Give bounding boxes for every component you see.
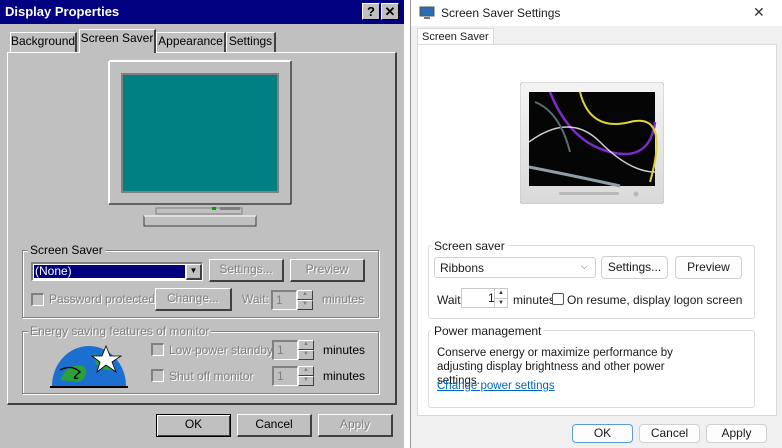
spin-up-icon[interactable]: ▲ [495, 289, 507, 299]
monitor-preview [108, 60, 292, 227]
apply-button[interactable]: Apply [318, 414, 393, 437]
window-title: Display Properties [5, 4, 120, 19]
screen-saver-group-label: Screen Saver [28, 243, 105, 257]
spin-down-icon[interactable]: ▼ [495, 299, 507, 308]
change-power-settings-link[interactable]: Change power settings [437, 380, 555, 392]
close-button[interactable]: ✕ [753, 4, 765, 21]
wait-minutes-label: minutes [322, 292, 365, 306]
shut-off-spinner[interactable]: ▲ ▼ [298, 366, 314, 386]
screen-saver-settings-dialog: Screen Saver Settings ✕ Screen Saver Scr… [410, 0, 782, 448]
help-button[interactable]: ? [362, 3, 380, 20]
spin-up-icon[interactable]: ▲ [298, 340, 314, 350]
spin-down-icon[interactable]: ▼ [298, 376, 314, 386]
tab-screen-saver[interactable]: Screen Saver [79, 29, 156, 53]
resume-checkbox[interactable] [552, 293, 564, 305]
dropdown-arrow-icon[interactable]: ▼ [186, 264, 202, 280]
ok-button[interactable]: OK [572, 424, 633, 443]
shut-off-minutes-label: minutes [323, 369, 366, 383]
energy-star-logo [50, 344, 128, 388]
close-button[interactable]: ✕ [381, 3, 399, 20]
screen-saver-group-label: Screen saver [431, 239, 508, 253]
tab-background[interactable]: Background [10, 32, 77, 52]
wait-label: Wait: [242, 292, 269, 306]
tab-appearance[interactable]: Appearance [156, 32, 226, 52]
settings-button[interactable]: Settings... [601, 256, 668, 279]
tab-settings[interactable]: Settings [226, 32, 276, 52]
title-bar: Display Properties ? ✕ [0, 0, 404, 24]
spin-up-icon[interactable]: ▲ [298, 366, 314, 376]
preview-button[interactable]: Preview [290, 259, 365, 282]
resume-label: On resume, display logon screen [567, 293, 743, 307]
spin-up-icon[interactable]: ▲ [297, 290, 313, 300]
settings-button[interactable]: Settings... [209, 259, 284, 282]
shut-off-label: Shut off monitor [169, 369, 254, 383]
low-power-label: Low-power standby [169, 343, 274, 357]
monitor-preview [520, 82, 664, 204]
low-power-spinner[interactable]: ▲ ▼ [298, 340, 314, 360]
spin-down-icon[interactable]: ▼ [297, 300, 313, 310]
chevron-down-icon: ⌵ [581, 261, 588, 271]
shut-off-checkbox[interactable] [151, 369, 164, 382]
low-power-checkbox[interactable] [151, 343, 164, 356]
change-button[interactable]: Change... [155, 288, 232, 311]
cancel-button[interactable]: Cancel [639, 424, 700, 443]
monitor-app-icon [419, 6, 435, 19]
spin-down-icon[interactable]: ▼ [298, 350, 314, 360]
power-management-group-label: Power management [431, 324, 545, 338]
energy-group-label: Energy saving features of monitor [28, 324, 212, 338]
password-checkbox[interactable] [31, 293, 44, 306]
screen-saver-select[interactable]: Ribbons ⌵ [434, 257, 596, 278]
low-power-minutes-label: minutes [323, 343, 366, 357]
shut-off-input[interactable]: 1 [272, 366, 298, 386]
screen-saver-selected: (None) [34, 265, 185, 278]
wait-label: Wait: [437, 293, 464, 307]
wait-value: 1 [488, 291, 495, 305]
wait-input[interactable]: 1 [271, 290, 297, 310]
wait-minutes-label: minutes [513, 293, 556, 307]
preview-button[interactable]: Preview [675, 256, 742, 279]
screen-saver-selected: Ribbons [440, 261, 485, 275]
title-bar: Screen Saver Settings ✕ [411, 0, 782, 26]
window-title: Screen Saver Settings [441, 6, 561, 20]
screen-saver-select[interactable]: (None) ▼ [31, 262, 203, 281]
preview-screen [123, 75, 277, 191]
display-properties-dialog: Display Properties ? ✕ Background Screen… [0, 0, 404, 448]
cancel-button[interactable]: Cancel [237, 414, 312, 437]
password-label: Password protected [49, 292, 156, 306]
apply-button[interactable]: Apply [706, 424, 767, 443]
ok-button[interactable]: OK [156, 414, 231, 437]
wait-spinner[interactable]: ▲ ▼ [297, 290, 313, 310]
wait-input[interactable]: 1 [461, 288, 495, 308]
low-power-input[interactable]: 1 [272, 340, 298, 360]
wait-spinner[interactable]: ▲ ▼ [495, 288, 508, 308]
